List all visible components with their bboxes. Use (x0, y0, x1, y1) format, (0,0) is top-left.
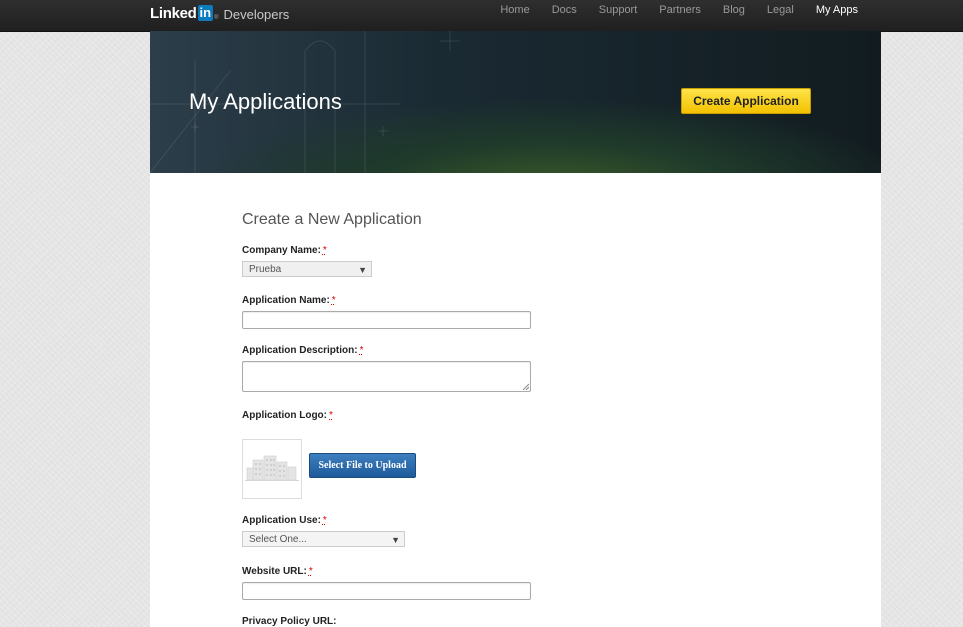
application-logo-label: Application Logo: * (242, 410, 333, 421)
application-description-textarea[interactable] (242, 361, 531, 392)
hero-banner: My Applications Create Application (150, 31, 881, 173)
chevron-down-icon: ▼ (358, 265, 367, 275)
website-url-label: Website URL: * (242, 566, 313, 577)
application-use-select[interactable]: Select One... ▼ (242, 531, 405, 547)
building-icon (245, 455, 299, 481)
required-marker: * (331, 295, 336, 306)
top-nav-bar: Linked in ® Developers Home Docs Support… (0, 0, 963, 32)
chevron-down-icon: ▼ (391, 535, 400, 545)
nav-legal[interactable]: Legal (767, 4, 794, 16)
select-file-upload-button[interactable]: Select File to Upload (309, 453, 416, 478)
application-use-value: Select One... (249, 534, 307, 545)
company-name-label-text: Company Name: (242, 245, 321, 256)
resize-grip-icon[interactable] (522, 383, 529, 390)
content-panel: Create a New Application Company Name: * … (150, 173, 881, 627)
application-use-label-text: Application Use: (242, 515, 321, 526)
website-url-label-text: Website URL: (242, 566, 307, 577)
main-nav: Home Docs Support Partners Blog Legal My… (478, 4, 858, 16)
brand-registered-mark: ® (214, 15, 219, 21)
nav-home[interactable]: Home (500, 4, 529, 16)
application-description-label-text: Application Description: (242, 345, 358, 356)
brand-linked-text: Linked (150, 4, 197, 22)
brand-developers-text: Developers (223, 6, 290, 22)
application-use-label: Application Use: * (242, 515, 327, 526)
nav-blog[interactable]: Blog (723, 4, 745, 16)
privacy-policy-url-label: Privacy Policy URL: (242, 616, 336, 627)
application-name-label-text: Application Name: (242, 295, 330, 306)
application-name-input[interactable] (242, 311, 531, 329)
required-marker: * (329, 410, 333, 421)
logo-preview (242, 439, 302, 499)
application-description-label: Application Description: * (242, 345, 363, 356)
nav-partners[interactable]: Partners (659, 4, 701, 16)
nav-my-apps[interactable]: My Apps (816, 4, 858, 16)
required-marker: * (322, 245, 327, 256)
company-name-select[interactable]: Prueba ▼ (242, 261, 372, 277)
nav-docs[interactable]: Docs (552, 4, 577, 16)
create-application-button[interactable]: Create Application (681, 88, 811, 114)
application-name-label: Application Name: * (242, 295, 336, 306)
linkedin-developers-logo[interactable]: Linked in ® Developers (150, 3, 289, 23)
required-marker: * (359, 345, 364, 356)
page-title: My Applications (189, 89, 342, 114)
required-marker: * (322, 515, 327, 526)
company-name-value: Prueba (249, 264, 282, 275)
company-name-label: Company Name: * (242, 245, 327, 256)
website-url-input[interactable] (242, 582, 531, 600)
nav-support[interactable]: Support (599, 4, 638, 16)
required-marker: * (308, 566, 313, 577)
brand-in-badge: in (197, 5, 214, 21)
privacy-policy-url-label-text: Privacy Policy URL: (242, 616, 337, 627)
form-title: Create a New Application (242, 211, 422, 228)
application-logo-label-text: Application Logo: (242, 410, 327, 421)
